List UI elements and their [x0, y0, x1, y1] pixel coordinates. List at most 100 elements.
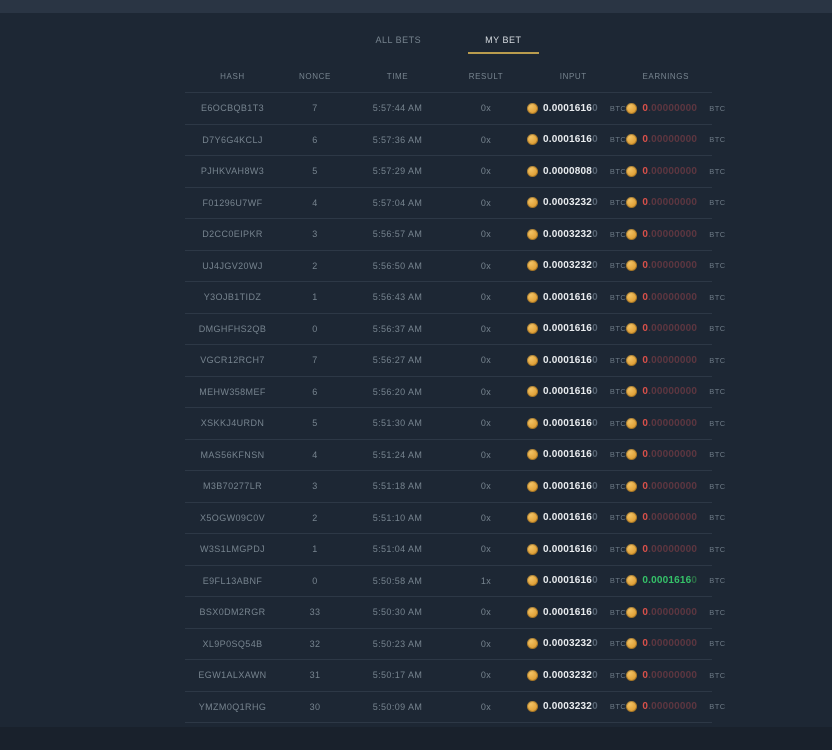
tab-all-bets[interactable]: ALL BETS [358, 30, 438, 54]
table-row[interactable]: D7Y6G4KCLJ 6 5:57:36 AM 0x 0.00016160 BT… [185, 125, 712, 157]
tab-my-bet[interactable]: MY BET [468, 30, 538, 54]
bet-nonce: 1 [280, 292, 350, 302]
input-currency-label: BTC [610, 482, 627, 491]
bet-hash: XL9P0SQ54B [185, 639, 280, 649]
bet-time: 5:51:18 AM [350, 481, 445, 491]
btc-coin-icon [527, 386, 538, 397]
bet-hash: Y3OJB1TIDZ [185, 292, 280, 302]
input-value: 0.00016160 [543, 418, 598, 429]
bet-result: 0x [445, 324, 527, 334]
input-value: 0.00016160 [543, 355, 598, 366]
bet-earnings: 0.00000000 BTC [626, 134, 725, 145]
earnings-currency-label: BTC [709, 356, 726, 365]
bet-hash: D2CC0EIPKR [185, 229, 280, 239]
bet-time: 5:51:04 AM [350, 544, 445, 554]
earnings-currency-label: BTC [709, 671, 726, 680]
table-row[interactable]: M3B70277LR 3 5:51:18 AM 0x 0.00016160 BT… [185, 471, 712, 503]
bet-input: 0.00032320 BTC [527, 638, 626, 649]
table-header-row: HASH NONCE TIME RESULT INPUT EARNINGS [185, 63, 712, 93]
earnings-value: 0.00000000 [642, 355, 697, 366]
bet-hash: MAS56KFNSN [185, 450, 280, 460]
input-currency-label: BTC [610, 419, 627, 428]
input-value: 0.00032320 [543, 197, 598, 208]
bet-nonce: 30 [280, 702, 350, 712]
table-row[interactable]: MAS56KFNSN 4 5:51:24 AM 0x 0.00016160 BT… [185, 440, 712, 472]
input-currency-label: BTC [610, 104, 627, 113]
table-row[interactable]: BSX0DM2RGR 33 5:50:30 AM 0x 0.00016160 B… [185, 597, 712, 629]
bet-result: 0x [445, 639, 527, 649]
table-row[interactable]: F01296U7WF 4 5:57:04 AM 0x 0.00032320 BT… [185, 188, 712, 220]
bet-result: 0x [445, 450, 527, 460]
input-value: 0.00016160 [543, 449, 598, 460]
input-currency-label: BTC [610, 356, 627, 365]
table-row[interactable]: VGCR12RCH7 7 5:56:27 AM 0x 0.00016160 BT… [185, 345, 712, 377]
bet-earnings: 0.00000000 BTC [626, 323, 725, 334]
bet-input: 0.00016160 BTC [527, 575, 626, 586]
bet-time: 5:57:44 AM [350, 103, 445, 113]
bet-earnings: 0.00000000 BTC [626, 166, 725, 177]
earnings-value: 0.00000000 [642, 701, 697, 712]
table-row[interactable]: XSKKJ4URDN 5 5:51:30 AM 0x 0.00016160 BT… [185, 408, 712, 440]
input-currency-label: BTC [610, 450, 627, 459]
earnings-value: 0.00000000 [642, 229, 697, 240]
input-value: 0.00032320 [543, 701, 598, 712]
btc-coin-icon [626, 260, 637, 271]
earnings-value: 0.00000000 [642, 638, 697, 649]
input-value: 0.00032320 [543, 260, 598, 271]
earnings-currency-label: BTC [709, 198, 726, 207]
bet-time: 5:57:29 AM [350, 166, 445, 176]
input-value: 0.00016160 [543, 607, 598, 618]
earnings-value: 0.00000000 [642, 512, 697, 523]
earnings-currency-label: BTC [709, 261, 726, 270]
earnings-value: 0.00000000 [642, 260, 697, 271]
input-value: 0.00032320 [543, 670, 598, 681]
column-header-result: RESULT [445, 72, 527, 81]
bet-nonce: 0 [280, 324, 350, 334]
table-row[interactable]: W3S1LMGPDJ 1 5:51:04 AM 0x 0.00016160 BT… [185, 534, 712, 566]
bet-hash: VGCR12RCH7 [185, 355, 280, 365]
input-value: 0.00032320 [543, 229, 598, 240]
bet-hash: BSX0DM2RGR [185, 607, 280, 617]
input-value: 0.00016160 [543, 103, 598, 114]
table-row[interactable]: EGW1ALXAWN 31 5:50:17 AM 0x 0.00032320 B… [185, 660, 712, 692]
table-row[interactable]: UJ4JGV20WJ 2 5:56:50 AM 0x 0.00032320 BT… [185, 251, 712, 283]
bet-hash: EGW1ALXAWN [185, 670, 280, 680]
bet-earnings: 0.00000000 BTC [626, 607, 725, 618]
bet-nonce: 33 [280, 607, 350, 617]
bet-input: 0.00016160 BTC [527, 355, 626, 366]
table-row[interactable]: Y3OJB1TIDZ 1 5:56:43 AM 0x 0.00016160 BT… [185, 282, 712, 314]
btc-coin-icon [527, 544, 538, 555]
bet-input: 0.00032320 BTC [527, 701, 626, 712]
bet-nonce: 0 [280, 576, 350, 586]
table-row[interactable]: D2CC0EIPKR 3 5:56:57 AM 0x 0.00032320 BT… [185, 219, 712, 251]
table-row[interactable]: PJHKVAH8W3 5 5:57:29 AM 0x 0.00008080 BT… [185, 156, 712, 188]
bet-result: 0x [445, 387, 527, 397]
bet-input: 0.00016160 BTC [527, 292, 626, 303]
earnings-currency-label: BTC [709, 450, 726, 459]
table-row[interactable]: DMGHFHS2QB 0 5:56:37 AM 0x 0.00016160 BT… [185, 314, 712, 346]
bet-result: 0x [445, 229, 527, 239]
input-value: 0.00016160 [543, 323, 598, 334]
table-row[interactable]: MEHW358MEF 6 5:56:20 AM 0x 0.00016160 BT… [185, 377, 712, 409]
btc-coin-icon [626, 701, 637, 712]
bet-hash: E9FL13ABNF [185, 576, 280, 586]
input-currency-label: BTC [610, 576, 627, 585]
bet-hash: UJ4JGV20WJ [185, 261, 280, 271]
btc-coin-icon [626, 292, 637, 303]
bet-result: 0x [445, 103, 527, 113]
table-row[interactable]: YMZM0Q1RHG 30 5:50:09 AM 0x 0.00032320 B… [185, 692, 712, 724]
btc-coin-icon [527, 197, 538, 208]
table-row[interactable]: XL9P0SQ54B 32 5:50:23 AM 0x 0.00032320 B… [185, 629, 712, 661]
bet-hash: DMGHFHS2QB [185, 324, 280, 334]
earnings-currency-label: BTC [709, 639, 726, 648]
bet-nonce: 6 [280, 135, 350, 145]
bet-result: 0x [445, 355, 527, 365]
earnings-value: 0.00016160 [642, 575, 697, 586]
table-row[interactable]: E6OCBQB1T3 7 5:57:44 AM 0x 0.00016160 BT… [185, 93, 712, 125]
btc-coin-icon [527, 449, 538, 460]
bet-result: 0x [445, 198, 527, 208]
table-row[interactable]: X5OGW09C0V 2 5:51:10 AM 0x 0.00016160 BT… [185, 503, 712, 535]
bet-input: 0.00016160 BTC [527, 512, 626, 523]
table-row[interactable]: E9FL13ABNF 0 5:50:58 AM 1x 0.00016160 BT… [185, 566, 712, 598]
bet-time: 5:57:04 AM [350, 198, 445, 208]
